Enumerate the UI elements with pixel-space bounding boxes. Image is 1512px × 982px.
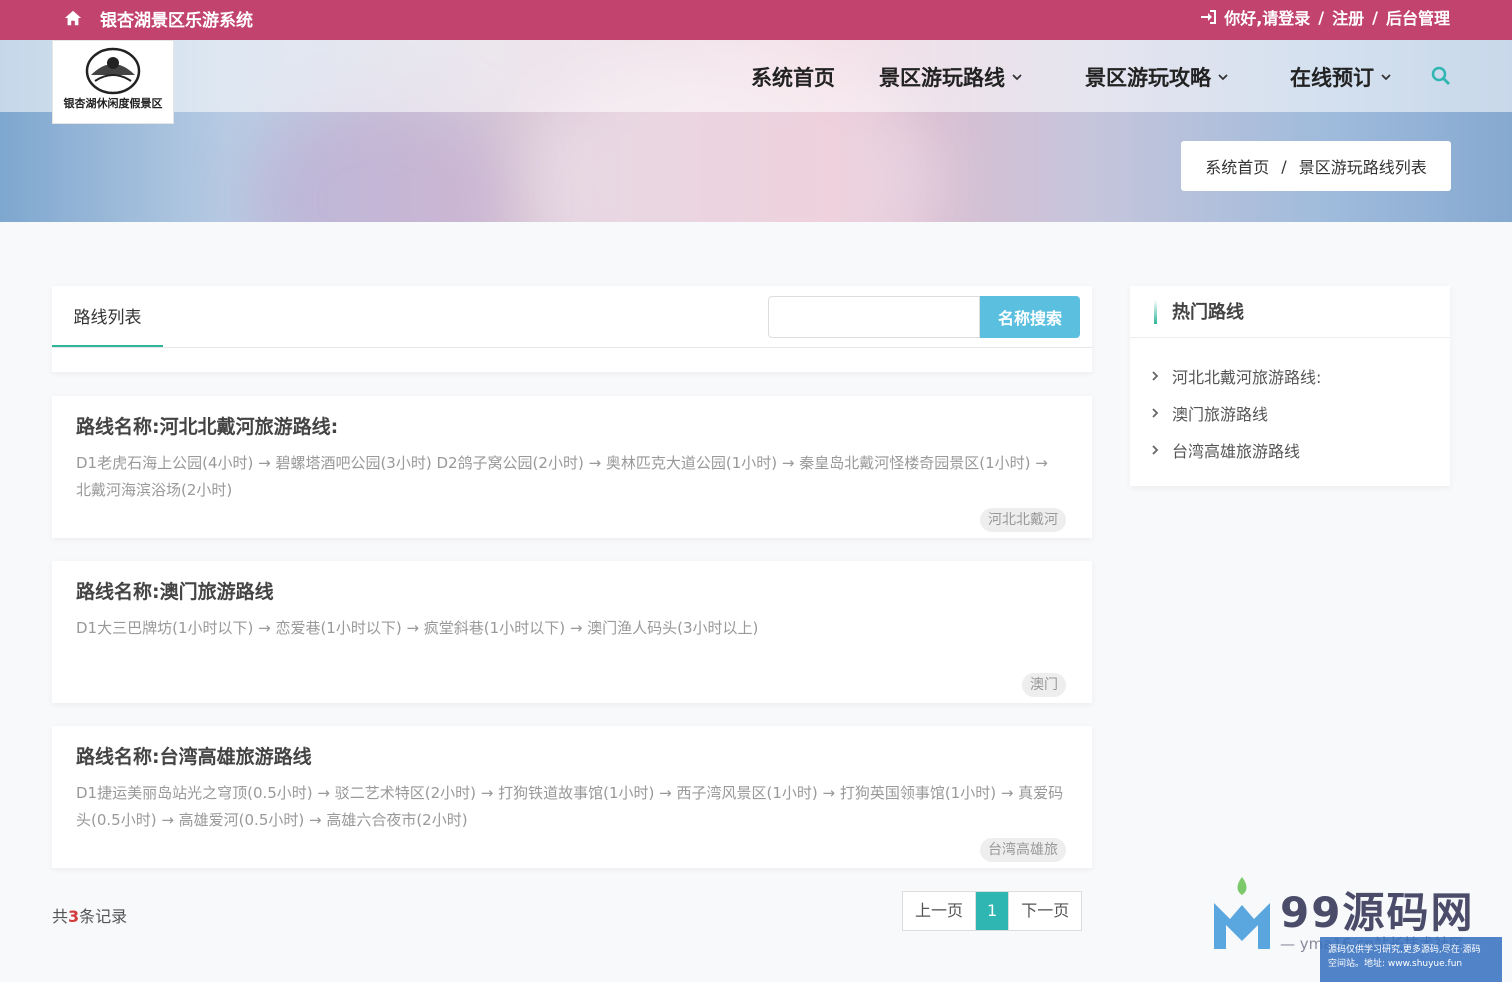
nav-booking[interactable]: 在线预订 [1290, 62, 1392, 92]
nav-routes[interactable]: 景区游玩路线 [879, 62, 1023, 92]
hot-routes-header: 热门路线 [1130, 286, 1450, 338]
tab-route-list[interactable]: 路线列表 [52, 286, 163, 348]
breadcrumb: 系统首页 / 景区游玩路线列表 [1181, 141, 1451, 191]
prev-page-button[interactable]: 上一页 [903, 892, 977, 930]
breadcrumb-home[interactable]: 系统首页 [1205, 154, 1269, 178]
account-links: 你好,请登录 / 注册 / 后台管理 [1200, 5, 1450, 29]
watermark-line: 源码仅供学习研究,更多源码,尽在·源码 [1328, 945, 1481, 955]
next-page-button[interactable]: 下一页 [1009, 892, 1081, 930]
record-count-number: 3 [68, 907, 80, 926]
route-description: D1老虎石海上公园(4小时) → 碧螺塔酒吧公园(3小时) D2鸽子窝公园(2小… [76, 454, 1048, 499]
breadcrumb-separator: / [1281, 156, 1287, 176]
nav-booking-label: 在线预订 [1290, 66, 1374, 90]
hot-route-label: 台湾高雄旅游路线 [1172, 442, 1301, 461]
chevron-down-icon [1381, 74, 1391, 81]
nav-routes-label: 景区游玩路线 [879, 66, 1005, 90]
nav-home[interactable]: 系统首页 [751, 62, 835, 92]
search-icon[interactable] [1430, 65, 1452, 87]
hot-route-item[interactable]: 河北北戴河旅游路线: [1150, 364, 1321, 388]
separator: / [1372, 7, 1378, 27]
title-accent-bar [1154, 300, 1157, 324]
route-tag: 澳门 [1022, 673, 1066, 697]
route-tag: 台湾高雄旅 [980, 838, 1066, 862]
header-banner: 系统首页 景区游玩路线 景区游玩攻略 在线预订 银杏湖休闲度假景区 系统首页 / [0, 40, 1512, 222]
chevron-right-icon [1152, 371, 1159, 381]
hot-routes-panel: 热门路线 河北北戴河旅游路线: 澳门旅游路线 台湾高雄旅游路线 [1130, 286, 1450, 486]
hot-route-item[interactable]: 台湾高雄旅游路线 [1150, 438, 1300, 462]
route-card[interactable]: 路线名称:澳门旅游路线 D1大三巴牌坊(1小时以下) → 恋爱巷(1小时以下) … [52, 561, 1092, 703]
hot-route-item[interactable]: 澳门旅游路线 [1150, 401, 1268, 425]
home-icon[interactable] [64, 9, 82, 27]
page-button-current[interactable]: 1 [976, 892, 1010, 930]
route-card[interactable]: 路线名称:台湾高雄旅游路线 D1捷运美丽岛站光之穹顶(0.5小时) → 驳二艺术… [52, 726, 1092, 868]
banner-decoration [250, 100, 510, 222]
chevron-down-icon [1012, 74, 1022, 81]
divider [52, 347, 1092, 348]
logo-text: 银杏湖休闲度假景区 [63, 97, 163, 110]
logo-emblem-icon [85, 47, 141, 95]
breadcrumb-current: 景区游玩路线列表 [1298, 158, 1427, 177]
nav-guides[interactable]: 景区游玩攻略 [1085, 62, 1229, 92]
hot-routes-title: 热门路线 [1172, 302, 1244, 323]
separator: / [1318, 7, 1325, 27]
record-count-prefix: 共 [52, 907, 69, 926]
login-icon [1201, 10, 1217, 24]
pagination: 上一页 1 下一页 [902, 891, 1083, 931]
route-description: D1捷运美丽岛站光之穹顶(0.5小时) → 驳二艺术特区(2小时) → 打狗铁道… [76, 784, 1064, 829]
route-list-header: 路线列表 名称搜索 [52, 286, 1092, 372]
top-bar: 银杏湖景区乐游系统 你好,请登录 / 注册 / 后台管理 [0, 0, 1512, 40]
login-link[interactable]: 你好,请登录 [1224, 5, 1310, 29]
record-count-suffix: 条记录 [79, 907, 128, 926]
watermark-logo-icon [1214, 877, 1270, 949]
chevron-down-icon [1218, 74, 1228, 81]
main-nav: 系统首页 景区游玩路线 景区游玩攻略 在线预订 [0, 40, 1512, 112]
route-card[interactable]: 路线名称:河北北戴河旅游路线: D1老虎石海上公园(4小时) → 碧螺塔酒吧公园… [52, 396, 1092, 538]
site-title[interactable]: 银杏湖景区乐游系统 [100, 6, 253, 31]
name-search-button[interactable]: 名称搜索 [980, 296, 1080, 338]
nav-home-label: 系统首页 [751, 66, 835, 90]
hot-route-label: 河北北戴河旅游路线: [1172, 368, 1322, 387]
route-title[interactable]: 路线名称:河北北戴河旅游路线: [76, 412, 338, 439]
nav-guides-label: 景区游玩攻略 [1085, 66, 1211, 90]
route-tag: 河北北戴河 [980, 508, 1066, 532]
route-description: D1大三巴牌坊(1小时以下) → 恋爱巷(1小时以下) → 疯堂斜巷(1小时以下… [76, 619, 759, 637]
record-count: 共3条记录 [52, 903, 127, 927]
watermark-box: 源码仅供学习研究,更多源码,尽在·源码 空间站。地址: www.shuyue.f… [1320, 937, 1502, 982]
chevron-right-icon [1152, 445, 1159, 455]
watermark-line: 空间站。地址: www.shuyue.fun [1328, 959, 1463, 969]
search-input[interactable] [768, 296, 980, 338]
hot-route-label: 澳门旅游路线 [1172, 405, 1269, 424]
admin-link[interactable]: 后台管理 [1386, 5, 1450, 29]
site-logo[interactable]: 银杏湖休闲度假景区 [52, 40, 174, 124]
chevron-right-icon [1152, 408, 1159, 418]
watermark: 99源码网 — yma16.cn站长技术社区 源码仅供学习研究,更多源码,尽在·… [1210, 875, 1502, 982]
watermark-brand: 99源码网 [1280, 888, 1475, 937]
route-title[interactable]: 路线名称:台湾高雄旅游路线 [76, 742, 312, 769]
route-title[interactable]: 路线名称:澳门旅游路线 [76, 577, 274, 604]
register-link[interactable]: 注册 [1332, 5, 1364, 29]
